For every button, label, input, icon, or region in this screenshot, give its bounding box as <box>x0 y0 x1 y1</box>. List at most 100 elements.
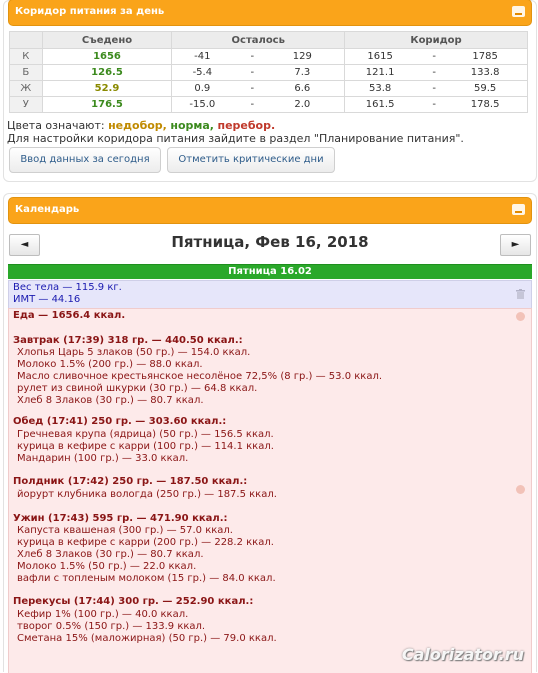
meal-item: йорурт клубника вологда (250 гр.) — 187.… <box>17 489 277 500</box>
food-edit-icon[interactable] <box>516 485 525 494</box>
bmi-line: ИМТ — 44.16 <box>13 294 81 305</box>
corridor-min: 1615 <box>367 51 393 62</box>
meal-item: Гречневая крупа (ядрица) (50 гр.) — 156.… <box>17 429 274 440</box>
calendar-panel-title: Календарь <box>15 204 80 215</box>
range-dash: - <box>250 67 255 78</box>
column-corridor: Коридор <box>344 31 528 49</box>
food-log: Еда — 1656.4 ккал. Завтрак (17:39) 318 г… <box>8 308 532 673</box>
left-max: 2.0 <box>294 99 311 110</box>
left-range: -5.4 - 7.3 <box>171 64 346 81</box>
eaten-value: 1656 <box>41 48 173 65</box>
row-label: Б <box>9 64 43 81</box>
corridor-panel-title: Коридор питания за день <box>15 6 165 17</box>
color-legend: Цвета означают: недобор, норма, перебор. <box>7 119 275 132</box>
legend-prefix: Цвета означают: <box>7 119 105 132</box>
corridor-range: 1615 - 1785 <box>344 48 528 65</box>
row-label: У <box>9 96 43 113</box>
watermark: Calorizator.ru <box>401 645 524 664</box>
corridor-min: 161.5 <box>365 99 395 110</box>
corridor-range: 161.5 - 178.5 <box>344 96 528 113</box>
corridor-max: 133.8 <box>470 67 500 78</box>
corridor-table-header: Съедено Осталось Коридор <box>9 31 528 49</box>
eaten-value: 176.5 <box>41 96 173 113</box>
meal-item: Молоко 1.5% (200 гр.) — 88.0 ккал. <box>17 359 203 370</box>
left-max: 6.6 <box>294 83 311 94</box>
left-range: 0.9 - 6.6 <box>171 80 346 97</box>
left-max: 7.3 <box>294 67 311 78</box>
table-row: Б 126.5 -5.4 - 7.3 121.1 - 133.8 <box>9 64 528 81</box>
meal-header: Обед (17:41) 250 гр. — 303.60 ккал.: <box>13 416 227 427</box>
meal-item: Хлопья Царь 5 злаков (50 гр.) — 154.0 кк… <box>17 347 251 358</box>
legend-under: недобор, <box>108 119 167 132</box>
corridor-min: 121.1 <box>365 67 395 78</box>
minimize-icon[interactable] <box>512 6 525 17</box>
meal-item: Хлеб 8 Злаков (30 гр.) — 80.7 ккал. <box>17 395 204 406</box>
meal-header: Полдник (17:42) 250 гр. — 187.50 ккал.: <box>13 476 248 487</box>
eaten-value: 126.5 <box>41 64 173 81</box>
weight-box: Вес тела — 115.9 кг. ИМТ — 44.16 <box>8 280 532 309</box>
meal-header: Перекусы (17:44) 300 гр. — 252.90 ккал.: <box>13 596 254 607</box>
left-min: -15.0 <box>189 99 216 110</box>
food-total: Еда — 1656.4 ккал. <box>13 310 126 321</box>
corridor-range: 121.1 - 133.8 <box>344 64 528 81</box>
calendar-panel: Календарь ◄ Пятница, Фев 16, 2018 ► Пятн… <box>3 193 537 673</box>
column-left: Осталось <box>171 31 346 49</box>
prev-day-button[interactable]: ◄ <box>9 234 40 256</box>
meal-item: Молоко 1.5% (50 гр.) — 22.0 ккал. <box>17 561 197 572</box>
range-dash: - <box>432 67 436 78</box>
calendar-panel-header: Календарь <box>8 197 532 224</box>
meal-item: Масло сливочное крестьянское несолёное 7… <box>17 371 383 382</box>
meal-item: Хлеб 8 Злаков (30 гр.) — 80.7 ккал. <box>17 549 204 560</box>
day-bar: Пятница 16.02 <box>8 264 532 279</box>
meal-header: Ужин (17:43) 595 гр. — 471.90 ккал.: <box>13 513 228 524</box>
settings-note: Для настройки коридора питания зайдите в… <box>7 132 464 145</box>
eaten-value: 52.9 <box>41 80 173 97</box>
meal-item: творог 0.5% (150 гр.) — 133.9 ккал. <box>17 621 206 632</box>
left-min: 0.9 <box>194 83 211 94</box>
trash-icon[interactable] <box>516 289 525 299</box>
meal-item: вафли с топленым молоком (15 гр.) — 84.0… <box>17 573 276 584</box>
range-dash: - <box>432 99 436 110</box>
legend-over: перебор. <box>217 119 276 132</box>
table-row: У 176.5 -15.0 - 2.0 161.5 - 178.5 <box>9 96 528 113</box>
range-dash: - <box>432 51 436 62</box>
meal-item: Сметана 15% (маложирная) (50 гр.) — 79.0… <box>17 633 277 644</box>
enter-today-button[interactable]: Ввод данных за сегодня <box>9 147 161 173</box>
corridor-max: 178.5 <box>470 99 500 110</box>
row-label: К <box>9 48 43 65</box>
weight-line: Вес тела — 115.9 кг. <box>13 282 122 293</box>
left-max: 129 <box>292 51 312 62</box>
range-dash: - <box>432 83 436 94</box>
next-day-button[interactable]: ► <box>500 234 531 256</box>
corridor-max: 59.5 <box>473 83 497 94</box>
meal-item: рулет из свиной шкурки (30 гр.) — 64.8 к… <box>17 383 258 394</box>
food-edit-icon[interactable] <box>516 312 525 321</box>
meal-item: курица в кефире с карри (100 гр.) — 114.… <box>17 441 274 452</box>
table-row: К 1656 -41 - 129 1615 - 1785 <box>9 48 528 65</box>
corridor-range: 53.8 - 59.5 <box>344 80 528 97</box>
meal-item: Капуста квашеная (300 гр.) — 57.0 ккал. <box>17 525 233 536</box>
left-range: -41 - 129 <box>171 48 346 65</box>
corridor-min: 53.8 <box>368 83 392 94</box>
corridor-table: Съедено Осталось Коридор К 1656 -41 - 12… <box>9 31 528 113</box>
mark-critical-days-button[interactable]: Отметить критические дни <box>167 147 335 173</box>
corridor-panel-header: Коридор питания за день <box>8 0 532 26</box>
row-label: Ж <box>9 80 43 97</box>
left-range: -15.0 - 2.0 <box>171 96 346 113</box>
meal-item: курица в кефире с карри (200 гр.) — 228.… <box>17 537 274 548</box>
column-eaten: Съедено <box>41 31 173 49</box>
corner-cell <box>9 31 43 49</box>
left-min: -41 <box>194 51 211 62</box>
table-row: Ж 52.9 0.9 - 6.6 53.8 - 59.5 <box>9 80 528 97</box>
minimize-icon[interactable] <box>512 204 525 215</box>
range-dash: - <box>250 51 255 62</box>
range-dash: - <box>250 83 255 94</box>
meal-item: Кефир 1% (100 гр.) — 40.0 ккал. <box>17 609 189 620</box>
calendar-date: Пятница, Фев 16, 2018 <box>171 233 369 251</box>
range-dash: - <box>250 99 255 110</box>
meal-header: Завтрак (17:39) 318 гр. — 440.50 ккал.: <box>13 335 243 346</box>
left-min: -5.4 <box>192 67 213 78</box>
legend-norm: норма, <box>170 119 214 132</box>
meal-item: Мандарин (100 гр.) — 33.0 ккал. <box>17 453 189 464</box>
corridor-max: 1785 <box>472 51 498 62</box>
